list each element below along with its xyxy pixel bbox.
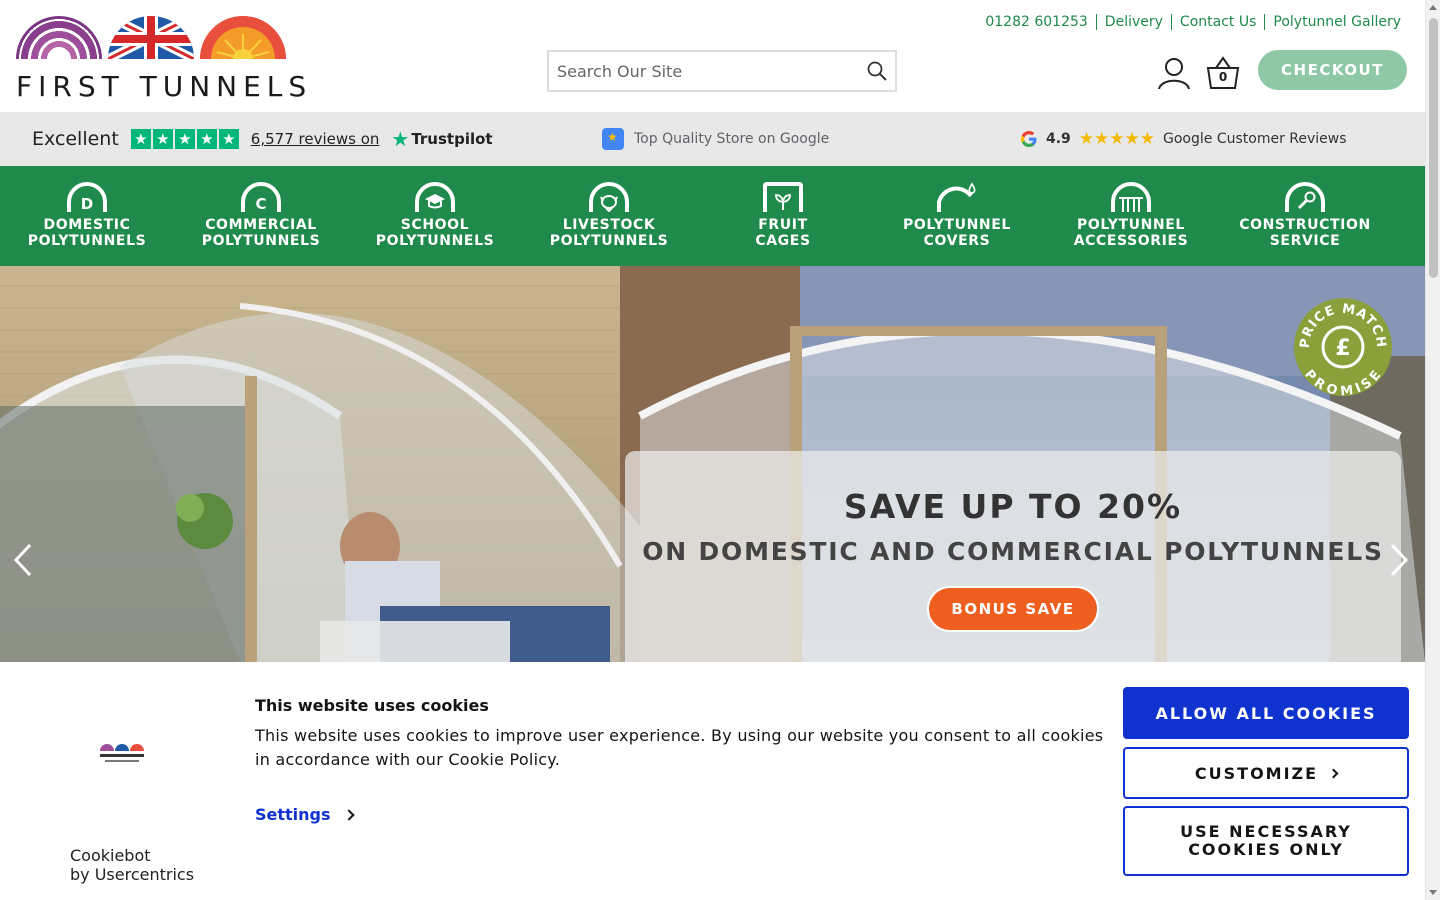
main-navigation: D DOMESTIC POLYTUNNELS C COMMERCIAL POLYTU… [0,166,1425,266]
scrollbar-thumb[interactable] [1429,18,1438,278]
nav-polytunnel-covers[interactable]: POLYTUNNEL COVERS [870,166,1044,266]
nav-label-line2: POLYTUNNELS [549,233,669,249]
nav-label-line1: FRUIT [758,217,808,233]
site-header: FIRST TUNNELS 01282 601253 Delivery Cont… [0,0,1425,112]
trustpilot-star-icon: ★ [218,129,239,149]
domestic-arch-icon: D [67,182,107,212]
promo-headline: SAVE UP TO 20% [843,487,1183,526]
trustpilot-logo-star-icon: ★ [391,127,410,151]
site-search [547,50,897,92]
nav-label-line2: POLYTUNNELS [375,233,495,249]
carousel-prev-arrow-icon[interactable] [13,542,33,578]
nav-construction-service[interactable]: CONSTRUCTION SERVICE [1218,166,1392,266]
trustpilot-star-icon: ★ [196,129,217,149]
cookie-text: This website uses cookies to improve use… [255,726,1104,769]
livestock-arch-icon [589,182,629,212]
google-rating-stars: ★★★★★ [1078,129,1156,149]
cookiebot-name: Cookiebot [70,846,151,865]
accessories-arch-icon [1111,182,1151,212]
google-reviews-text: Google Customer Reviews [1163,131,1347,147]
trustpilot-brand: ★ Trustpilot [391,127,493,151]
nav-livestock-polytunnels[interactable]: LIVESTOCK POLYTUNNELS [522,166,696,266]
trustpilot-star-icon: ★ [152,129,173,149]
customize-cookies-button[interactable]: CUSTOMIZE [1123,747,1409,799]
nav-commercial-polytunnels[interactable]: C COMMERCIAL POLYTUNNELS [174,166,348,266]
account-icon[interactable] [1156,56,1192,90]
bonus-save-button[interactable]: BONUS SAVE [927,586,1099,632]
customize-label: CUSTOMIZE [1194,763,1319,783]
page-scrollbar[interactable] [1425,0,1440,900]
carousel-next-arrow-icon[interactable] [1389,542,1409,578]
nav-label-line1: POLYTUNNEL [1077,217,1185,233]
cover-arch-icon [937,182,976,212]
google-rating-value: 4.9 [1046,131,1071,147]
delivery-link[interactable]: Delivery [1095,14,1171,30]
contact-us-link[interactable]: Contact Us [1170,14,1264,30]
nav-label-line1: CONSTRUCTION [1239,217,1371,233]
commercial-arch-icon: C [241,182,281,212]
nav-label-line2: CAGES [755,233,811,249]
scroll-up-icon[interactable] [1429,5,1437,10]
nav-fruit-cages[interactable]: FRUIT CAGES [696,166,870,266]
search-icon[interactable] [867,61,887,81]
allow-all-cookies-button[interactable]: ALLOW ALL COOKIES [1123,687,1409,739]
cookiebot-logo: Cookiebot by Usercentrics [70,846,194,884]
phone-link[interactable]: 01282 601253 [977,14,1095,30]
union-flag-arch-logo-part [108,16,194,59]
google-shopping-bag-icon [602,128,624,150]
google-customer-reviews[interactable]: 4.9 ★★★★★ Google Customer Reviews [1020,129,1347,149]
scroll-down-icon[interactable] [1429,890,1437,895]
basket-button[interactable]: 0 [1205,56,1241,90]
fruit-cage-icon [763,182,803,212]
nav-label-line2: ACCESSORIES [1073,233,1189,249]
nav-label-line1: LIVESTOCK [562,217,656,233]
svg-text:£: £ [1335,336,1350,361]
trustpilot-widget[interactable]: Excellent ★ ★ ★ ★ ★ 6,577 reviews on ★ Tr… [32,127,493,151]
basket-count: 0 [1218,70,1228,84]
svg-text:C: C [255,195,266,212]
hero-carousel: SAVE UP TO 20% ON DOMESTIC AND COMMERCIA… [0,266,1425,662]
cookie-settings-label: Settings [255,805,331,824]
first-tunnels-logo[interactable]: FIRST TUNNELS [16,16,306,103]
nav-domestic-polytunnels[interactable]: D DOMESTIC POLYTUNNELS [0,166,174,266]
nav-label-line1: POLYTUNNEL [903,217,1011,233]
trustpilot-reviews-link[interactable]: 6,577 reviews on [251,130,380,148]
nav-label-line2: SERVICE [1269,233,1341,249]
nav-school-polytunnels[interactable]: SCHOOL POLYTUNNELS [348,166,522,266]
logo-wordmark: FIRST TUNNELS [16,70,313,103]
construction-wrench-icon [1285,182,1325,212]
nav-label-line1: SCHOOL [400,217,470,233]
trustpilot-rating-word: Excellent [32,128,119,150]
trustpilot-stars: ★ ★ ★ ★ ★ [130,129,239,149]
nav-label-line1: COMMERCIAL [205,217,317,233]
google-g-icon [1021,131,1037,147]
sunrise-arch-logo-part [200,16,286,59]
chevron-right-icon [342,808,355,821]
purple-arch-logo-part [16,16,102,59]
cookie-title: This website uses cookies [255,696,489,715]
promo-panel: SAVE UP TO 20% ON DOMESTIC AND COMMERCIA… [625,451,1401,662]
first-tunnels-mini-logo [100,744,144,762]
trustpilot-star-icon: ★ [130,129,151,149]
cookiebot-sub: by Usercentrics [70,865,195,884]
nav-polytunnel-accessories[interactable]: POLYTUNNEL ACCESSORIES [1044,166,1218,266]
cookie-settings-link[interactable]: Settings [255,805,355,824]
nav-label-line2: POLYTUNNELS [27,233,147,249]
trustpilot-star-icon: ★ [174,129,195,149]
top-links: 01282 601253 Delivery Contact Us Polytun… [977,14,1409,30]
nav-label-line2: COVERS [923,233,991,249]
necessary-cookies-only-button[interactable]: USE NECESSARY COOKIES ONLY [1123,806,1409,876]
svg-text:D: D [81,195,93,212]
nav-label-line2: POLYTUNNELS [201,233,321,249]
google-store-text: Top Quality Store on Google [634,131,830,147]
search-input[interactable] [549,52,849,90]
chevron-right-icon [1328,768,1339,778]
price-match-promise-badge: £ PRICE MATCH PROMISE [1294,298,1392,397]
school-arch-icon [415,182,455,212]
promo-subheadline: ON DOMESTIC AND COMMERCIAL POLYTUNNELS [642,537,1384,566]
nav-label-line1: DOMESTIC [43,217,131,233]
checkout-button[interactable]: CHECKOUT [1258,50,1407,90]
polytunnel-gallery-link[interactable]: Polytunnel Gallery [1264,14,1409,30]
google-top-quality-store[interactable]: Top Quality Store on Google [602,128,829,150]
